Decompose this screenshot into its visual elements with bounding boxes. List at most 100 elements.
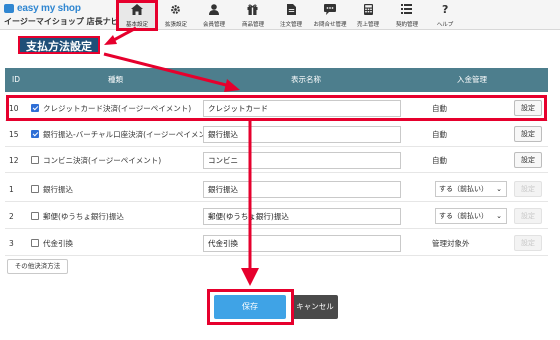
- arrow-head: [104, 35, 117, 45]
- nav-label: 基本設定: [126, 21, 149, 28]
- enable-checkbox[interactable]: [31, 156, 39, 164]
- row-display-cell: コンビニ: [203, 147, 401, 173]
- gear-icon: [169, 3, 183, 15]
- row-type-label: 銀行振込-バーチャル口座決済(イージーペイメント): [43, 129, 217, 139]
- table-header: ID 種類 表示名称 入金管理: [5, 68, 548, 92]
- row-display-cell: 銀行振込: [203, 176, 401, 202]
- nav-item-sales-management[interactable]: 売上管理: [349, 0, 388, 30]
- table-row: 1 銀行振込 銀行振込 する（前払い） ⌄ 設定: [5, 176, 548, 202]
- arrow-head: [241, 268, 259, 286]
- nav-label: 商品管理: [241, 21, 264, 28]
- logo-subtitle: イージーマイショップ 店長ナビ: [4, 17, 119, 26]
- row-deposit-cell: する（前払い） ⌄: [435, 203, 507, 229]
- row-setting-cell: 設定: [514, 95, 542, 121]
- row-display-cell: 銀行振込: [203, 121, 401, 147]
- row-id: 2: [9, 211, 14, 221]
- nav-item-order-management[interactable]: 注文管理: [272, 0, 311, 30]
- header-type: 種類: [108, 75, 123, 84]
- row-display-cell: 代金引換: [203, 230, 401, 256]
- enable-checkbox[interactable]: [31, 130, 39, 138]
- row-setting-cell: 設定: [514, 147, 542, 173]
- nav-item-inquiry-management[interactable]: お問合せ管理: [311, 0, 350, 30]
- row-id: 3: [9, 238, 14, 248]
- table-row: 3 代金引換 代金引換 管理対象外 設定: [5, 230, 548, 256]
- calculator-icon: [361, 3, 375, 15]
- row-setting-cell: 設定: [514, 230, 542, 256]
- row-deposit: 自動: [432, 155, 447, 165]
- row-id: 10: [9, 103, 19, 113]
- nav-item-product-management[interactable]: 商品管理: [234, 0, 273, 30]
- row-display-cell: 郵便(ゆうちょ銀行)振込: [203, 203, 401, 229]
- setting-button[interactable]: 設定: [514, 152, 542, 168]
- nav-label: お問合せ管理: [313, 21, 347, 28]
- row-deposit: 自動: [432, 103, 447, 113]
- display-name-input[interactable]: コンビニ: [203, 151, 401, 169]
- setting-button: 設定: [514, 235, 542, 251]
- row-deposit-cell: する（前払い） ⌄: [435, 176, 507, 202]
- deposit-select[interactable]: する（前払い） ⌄: [435, 208, 507, 224]
- deposit-select-value: する（前払い）: [439, 185, 488, 193]
- user-icon: [207, 3, 221, 15]
- document-icon: [284, 3, 298, 15]
- row-type-label: コンビニ決済(イージーペイメント): [43, 155, 162, 165]
- setting-button: 設定: [514, 208, 542, 224]
- gift-icon: [246, 3, 260, 15]
- nav-item-member-management[interactable]: 会員管理: [195, 0, 234, 30]
- nav-item-extended-settings[interactable]: 拡張設定: [157, 0, 196, 30]
- row-type-label: 銀行振込: [43, 184, 73, 194]
- top-header: easy my shop イージーマイショップ 店長ナビ 基本設定 拡張設定 会…: [0, 0, 560, 30]
- nav-label: 売上管理: [357, 21, 380, 28]
- question-icon: ?: [442, 2, 449, 16]
- row-type-cell: 銀行振込-バーチャル口座決済(イージーペイメント): [31, 121, 216, 147]
- row-setting-cell: 設定: [514, 176, 542, 202]
- setting-button: 設定: [514, 181, 542, 197]
- row-deposit: 管理対象外: [432, 238, 470, 248]
- display-name-input[interactable]: 銀行振込: [203, 125, 401, 143]
- save-button[interactable]: 保存: [214, 295, 286, 319]
- main-nav: 基本設定 拡張設定 会員管理 商品管理 注文管理 お問合せ管理 売上管理 契約管…: [118, 0, 465, 30]
- display-name-input[interactable]: 代金引換: [203, 234, 401, 252]
- chevron-down-icon: ⌄: [496, 212, 502, 220]
- chat-icon: [323, 3, 337, 15]
- nav-label: 注文管理: [280, 21, 303, 28]
- nav-item-basic-settings[interactable]: 基本設定: [118, 0, 157, 30]
- enable-checkbox[interactable]: [31, 104, 39, 112]
- row-id: 1: [9, 184, 14, 194]
- row-type-cell: 代金引換: [31, 230, 73, 256]
- nav-item-contract-management[interactable]: 契約管理: [388, 0, 427, 30]
- setting-button[interactable]: 設定: [514, 126, 542, 142]
- display-name-input[interactable]: 銀行振込: [203, 180, 401, 198]
- table-row: 10 クレジットカード決済(イージーペイメント) クレジットカード 自動 設定: [5, 95, 548, 121]
- row-type-label: 代金引換: [43, 238, 73, 248]
- home-icon: [130, 3, 144, 15]
- enable-checkbox[interactable]: [31, 185, 39, 193]
- nav-item-help[interactable]: ? ヘルプ: [426, 0, 465, 30]
- row-setting-cell: 設定: [514, 203, 542, 229]
- row-type-label: クレジットカード決済(イージーペイメント): [43, 103, 192, 113]
- chevron-down-icon: ⌄: [496, 185, 502, 193]
- row-id: 12: [9, 155, 19, 165]
- row-setting-cell: 設定: [514, 121, 542, 147]
- other-payment-methods-button[interactable]: その他決済方法: [7, 259, 68, 274]
- header-id: ID: [12, 75, 20, 84]
- display-name-input[interactable]: クレジットカード: [203, 99, 401, 117]
- cancel-button[interactable]: キャンセル: [292, 295, 338, 319]
- table-row: 2 郵便(ゆうちょ銀行)振込 郵便(ゆうちょ銀行)振込 する（前払い） ⌄ 設定: [5, 203, 548, 229]
- display-name-input[interactable]: 郵便(ゆうちょ銀行)振込: [203, 207, 401, 225]
- header-deposit: 入金管理: [457, 75, 487, 84]
- list-icon: [400, 3, 414, 15]
- row-type-cell: 銀行振込: [31, 176, 73, 202]
- setting-button[interactable]: 設定: [514, 100, 542, 116]
- logo-icon: [4, 3, 14, 13]
- header-display-name: 表示名称: [291, 75, 321, 84]
- page-title: 支払方法設定: [18, 36, 100, 54]
- deposit-select[interactable]: する（前払い） ⌄: [435, 181, 507, 197]
- nav-label: 拡張設定: [164, 21, 187, 28]
- logo[interactable]: easy my shop イージーマイショップ 店長ナビ: [4, 2, 119, 28]
- row-type-label: 郵便(ゆうちょ銀行)振込: [43, 211, 124, 221]
- enable-checkbox[interactable]: [31, 212, 39, 220]
- table-row: 15 銀行振込-バーチャル口座決済(イージーペイメント) 銀行振込 自動 設定: [5, 121, 548, 147]
- enable-checkbox[interactable]: [31, 239, 39, 247]
- logo-brand: easy my shop: [17, 2, 81, 14]
- deposit-select-value: する（前払い）: [439, 212, 488, 220]
